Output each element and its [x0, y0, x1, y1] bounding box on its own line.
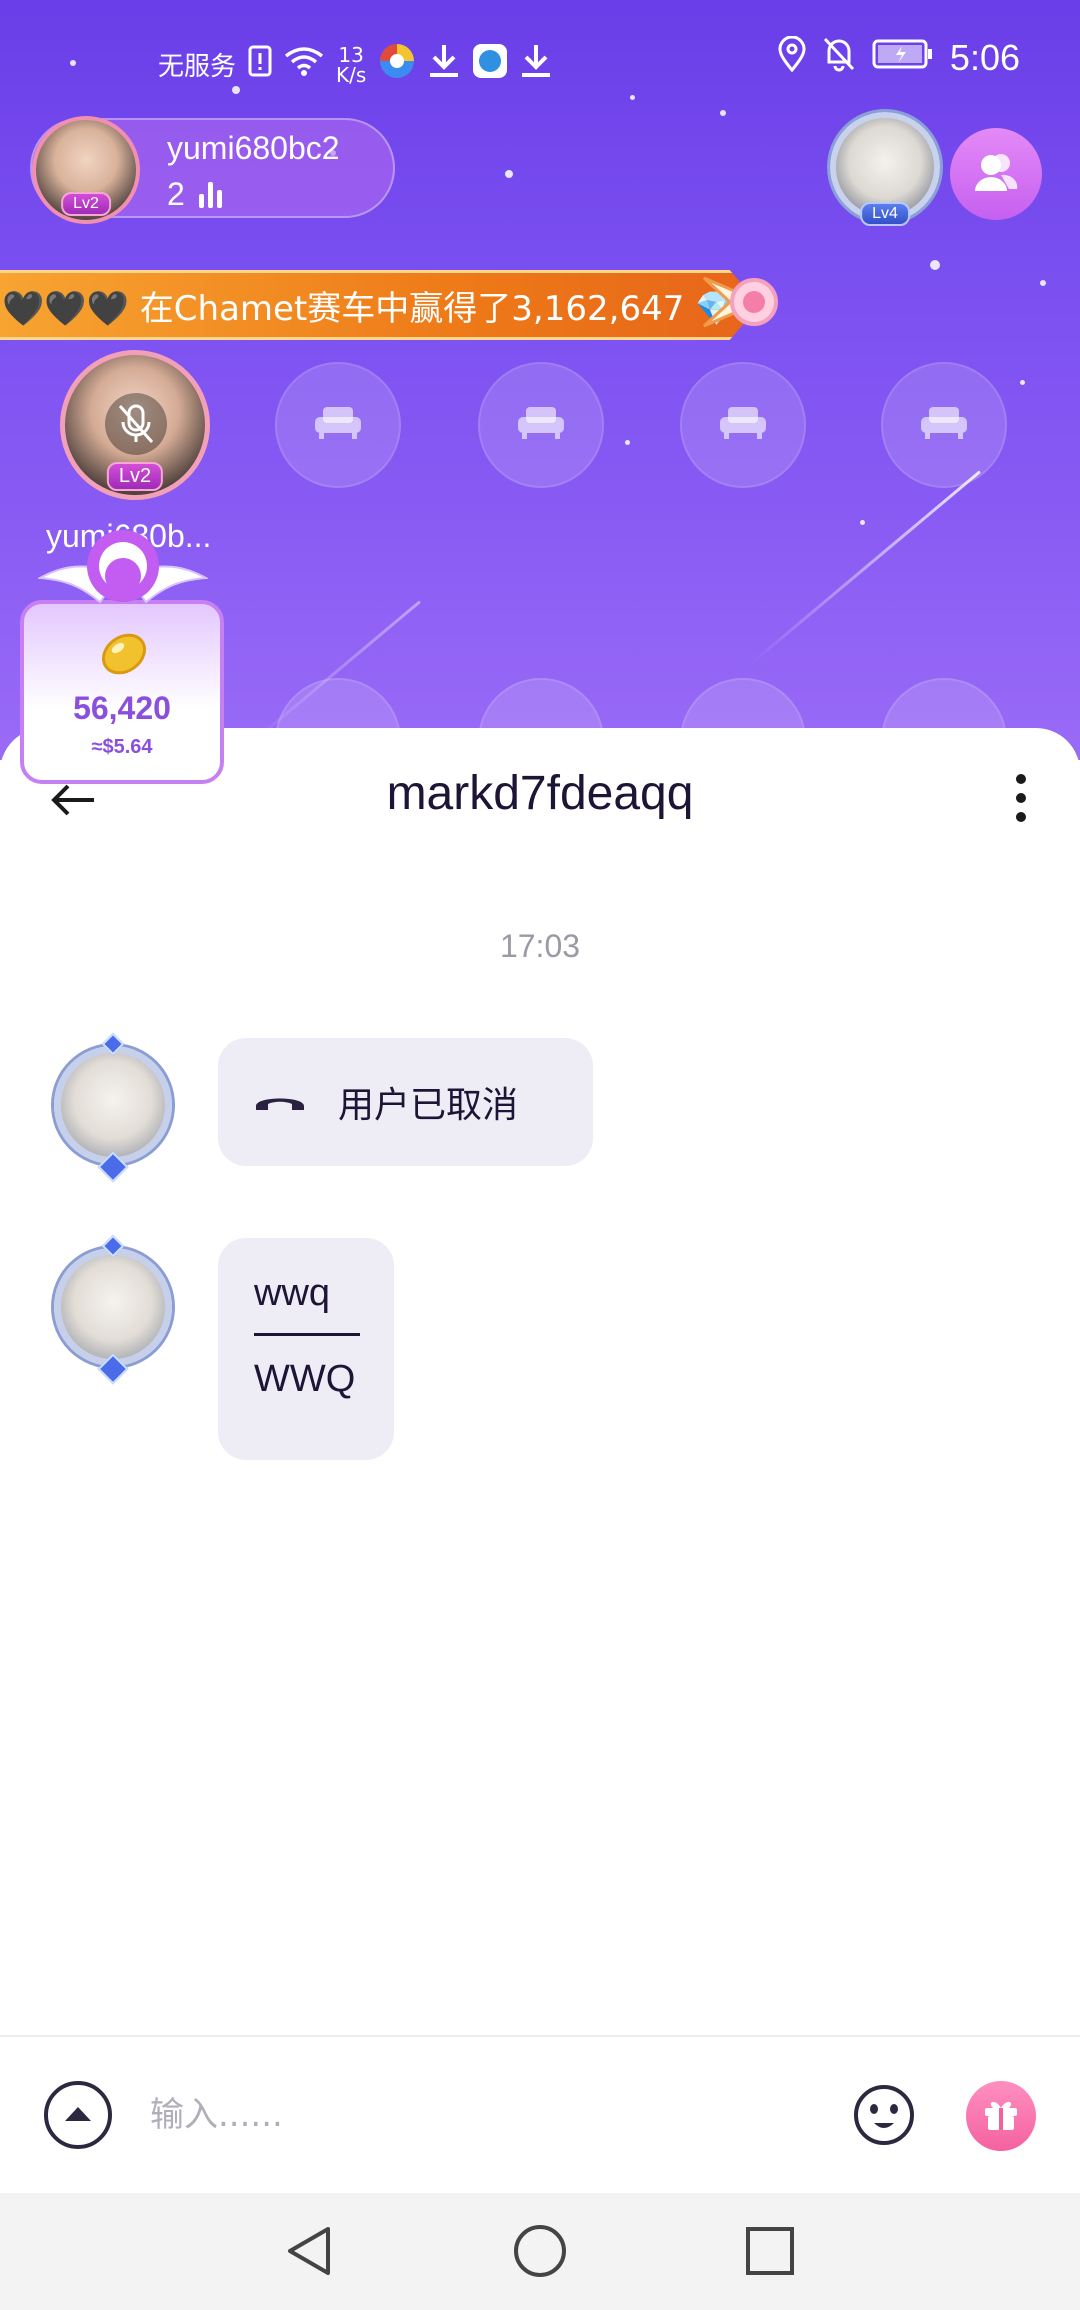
network-speed: 13 K/s: [336, 42, 367, 87]
seat-host[interactable]: Lv2: [60, 350, 210, 500]
expand-button[interactable]: [44, 2081, 112, 2149]
triangle-back-icon: [280, 2227, 340, 2285]
nav-home-button[interactable]: [510, 2221, 570, 2281]
app-store-icon: [472, 43, 508, 86]
empty-seat[interactable]: [881, 362, 1007, 488]
call-status-text: 用户已取消: [338, 1085, 519, 1126]
message-input[interactable]: [150, 2077, 790, 2153]
star-decoration: [1040, 280, 1046, 286]
caret-up-icon: [63, 2103, 93, 2127]
seat-host-level-badge: Lv2: [106, 462, 164, 491]
mute-bell-icon: [822, 36, 856, 79]
empty-seat[interactable]: [478, 362, 604, 488]
listener-count: 2: [167, 176, 222, 213]
download-icon: [520, 43, 552, 86]
empty-seat[interactable]: [680, 362, 806, 488]
users-icon: [971, 147, 1021, 201]
sofa-icon: [718, 405, 768, 445]
clock: 5:06: [949, 36, 1020, 78]
sender-avatar[interactable]: [46, 1032, 180, 1183]
more-dot: [1016, 812, 1026, 822]
shooting-star: [749, 470, 981, 666]
empty-seat[interactable]: [275, 362, 401, 488]
winged-gem-icon: [700, 258, 788, 346]
audio-bars-icon: [198, 181, 222, 208]
angel-wings-icon: [36, 518, 210, 628]
emoji-icon: [850, 2085, 918, 2153]
square-recents-icon: [740, 2227, 800, 2285]
message-translated-text: WWQ: [254, 1358, 356, 1400]
status-bar: 无服务 13 K/s 5:06: [0, 0, 1080, 120]
emoji-button[interactable]: [850, 2081, 918, 2149]
coin-usd-value: ≈$5.64: [91, 736, 153, 758]
nav-back-button[interactable]: [280, 2221, 340, 2281]
carrier-text: 无服务: [158, 52, 237, 82]
phone-hangup-icon: [252, 1082, 308, 1123]
gift-icon: [981, 2094, 1021, 2138]
banner-text: 🖤🖤🖤 在Chamet赛车中赢得了3,162,647 💎!: [2, 288, 752, 329]
star-decoration: [1020, 380, 1025, 385]
system-navigation-bar: [0, 2193, 1080, 2310]
win-announcement-banner: 🖤🖤🖤 在Chamet赛车中赢得了3,162,647 💎!: [0, 270, 760, 340]
host-avatar[interactable]: Lv2: [32, 116, 140, 224]
battery-icon: [872, 39, 934, 76]
coin-amount: 56,420: [73, 690, 171, 726]
star-decoration: [625, 440, 630, 445]
wifi-icon: [284, 46, 324, 83]
sofa-icon: [919, 405, 969, 445]
message-input-bar: [0, 2035, 1080, 2193]
host-info-pill[interactable]: Lv2 yumi680bc2 2: [30, 116, 395, 224]
sofa-icon: [313, 405, 363, 445]
vip-user-avatar[interactable]: Lv4: [830, 112, 940, 226]
circle-home-icon: [510, 2225, 570, 2285]
more-dot: [1016, 793, 1026, 803]
more-dot: [1016, 774, 1026, 784]
sofa-icon: [516, 405, 566, 445]
host-name: yumi680bc2: [167, 130, 340, 166]
sender-avatar[interactable]: [46, 1234, 180, 1385]
download-icon: [428, 43, 460, 86]
star-decoration: [860, 520, 865, 525]
message-timestamp: 17:03: [499, 928, 581, 964]
browser-app-icon: [378, 42, 416, 87]
star-decoration: [930, 260, 940, 270]
location-icon: [778, 35, 806, 79]
gift-button[interactable]: [966, 2081, 1036, 2151]
host-level-badge: Lv2: [61, 192, 111, 216]
message-original-text: wwq: [254, 1272, 360, 1336]
sim-alert-icon: [248, 45, 272, 84]
call-status-bubble[interactable]: 用户已取消: [218, 1038, 593, 1166]
gold-bean-icon: [94, 626, 154, 684]
more-options-button[interactable]: [1006, 768, 1036, 828]
mic-off-icon: [105, 393, 167, 455]
nav-recents-button[interactable]: [740, 2221, 800, 2281]
vip-level-badge: Lv4: [860, 202, 910, 226]
text-message-bubble[interactable]: wwq WWQ: [218, 1238, 394, 1460]
online-users-button[interactable]: [950, 128, 1042, 220]
star-decoration: [505, 170, 513, 178]
